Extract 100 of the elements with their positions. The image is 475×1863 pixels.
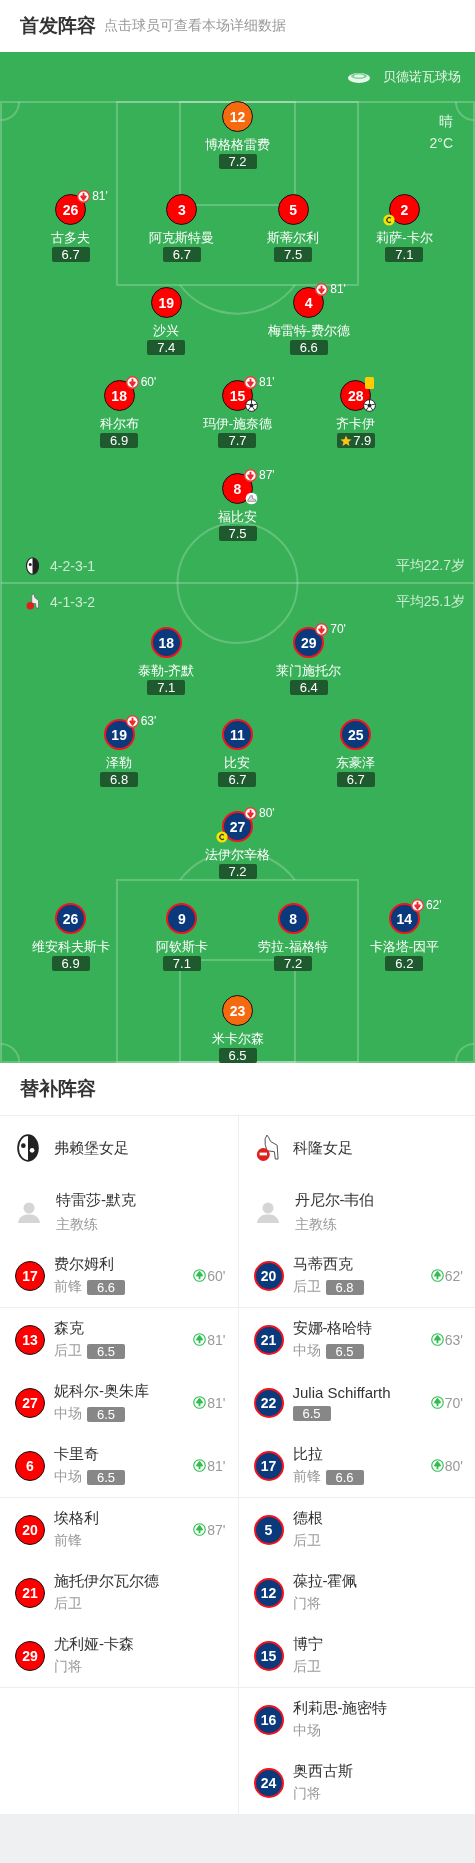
shirt-number[interactable]: 22 [253, 1387, 284, 1418]
shirt-number[interactable]: 12 [253, 1577, 284, 1608]
corner-arc [0, 1043, 20, 1063]
player-name[interactable]: 古多夫 [51, 229, 91, 247]
shirt-number[interactable]: 23 [222, 995, 253, 1026]
player-name[interactable]: 安娜-格哈特 [292, 1319, 431, 1338]
shirt-number[interactable]: 14 [388, 903, 420, 934]
shirt-number[interactable]: 18 [150, 627, 182, 658]
crest-icon [254, 1134, 279, 1162]
shirt-number[interactable]: 27 [15, 1387, 45, 1418]
player-name[interactable]: 莉萨-卡尔 [376, 229, 433, 247]
shirt-number[interactable]: 21 [253, 1324, 284, 1355]
player-name[interactable]: 福比安 [218, 508, 257, 526]
player-name[interactable]: 沙兴 [153, 322, 180, 340]
position-text: 门将 [54, 1658, 82, 1676]
player-name[interactable]: 梅雷特-费尔德 [267, 322, 350, 340]
shirt-number[interactable]: 29 [15, 1640, 45, 1671]
shirt-number[interactable]: 9 [166, 903, 198, 934]
player-name[interactable]: 玛伊-施奈德 [202, 415, 273, 433]
player-name[interactable]: 法伊尔辛格 [205, 846, 270, 864]
player-name[interactable]: 比拉 [292, 1445, 431, 1464]
player-name[interactable]: Julia Schiffarth [292, 1384, 431, 1401]
shirt-number[interactable]: 11 [222, 719, 253, 750]
substitution-minute: 81' [92, 189, 108, 203]
substitution-on-icon [430, 1333, 444, 1346]
shirt-number[interactable]: 5 [277, 194, 309, 225]
shirt-number[interactable]: 26 [55, 194, 87, 225]
shirt-number[interactable]: 8 [277, 903, 309, 934]
shirt-number[interactable]: 26 [55, 903, 87, 934]
shirt-number[interactable]: 16 [253, 1704, 284, 1735]
player-name[interactable]: 东豪泽 [336, 754, 376, 772]
shirt-number[interactable]: 20 [253, 1260, 284, 1291]
shirt-number[interactable]: 19 [103, 719, 135, 750]
shirt-number[interactable]: 29 [293, 627, 325, 658]
shirt-number[interactable]: 24 [253, 1767, 284, 1798]
player-name[interactable]: 比安 [224, 754, 251, 772]
player-name[interactable]: 卡里奇 [54, 1445, 194, 1464]
corner-arc [455, 1043, 475, 1063]
substitution-on-icon [430, 1396, 444, 1409]
player-name[interactable]: 米卡尔森 [211, 1030, 264, 1048]
player-name[interactable]: 齐卡伊 [336, 415, 376, 433]
player-name[interactable]: 奥西古斯 [292, 1762, 463, 1781]
shirt-number[interactable]: 12 [222, 101, 253, 132]
weather-text: 晴 [439, 112, 453, 131]
shirt-number[interactable]: 3 [166, 194, 198, 225]
player-name[interactable]: 利莉思-施密特 [292, 1699, 463, 1718]
player-name[interactable]: 葆拉-霍佩 [292, 1572, 463, 1591]
player-name[interactable]: 德根 [292, 1509, 463, 1528]
coach-name[interactable]: 丹尼尔-韦伯 [294, 1190, 375, 1210]
rating-badge: 7.9 [336, 433, 375, 448]
shirt-number[interactable]: 5 [253, 1514, 284, 1545]
team-name: 科隆女足 [292, 1138, 353, 1158]
shirt-number[interactable]: 4 [293, 287, 325, 318]
shirt-number[interactable]: 15 [253, 1640, 284, 1671]
player-name[interactable]: 阿克斯特曼 [149, 229, 215, 247]
rating-badge: 6.9 [51, 956, 90, 971]
corner-arc [455, 101, 475, 121]
player-name[interactable]: 埃格利 [54, 1509, 194, 1528]
player-name[interactable]: 马蒂西克 [292, 1255, 431, 1274]
coach-name[interactable]: 特雷莎-默克 [56, 1190, 136, 1210]
player-name[interactable]: 科尔布 [99, 415, 139, 433]
substitution-on-icon [193, 1523, 207, 1536]
rating-badge: 7.1 [162, 956, 201, 971]
shirt-number[interactable]: 17 [15, 1260, 45, 1291]
shirt-number[interactable]: 21 [15, 1577, 45, 1608]
player-name[interactable]: 博格格雷费 [205, 136, 270, 154]
substitution-minute: 81' [207, 1457, 226, 1474]
rating-badge: 6.8 [100, 772, 139, 787]
rating-badge: 7.5 [274, 247, 313, 262]
crest-icon [25, 593, 40, 611]
player-name[interactable]: 施托伊尔瓦尔德 [54, 1572, 226, 1591]
player-name[interactable]: 劳拉-福格特 [258, 938, 328, 956]
substitution-minute: 81' [259, 375, 275, 389]
player-name[interactable]: 维安科夫斯卡 [31, 938, 110, 956]
person-silhouette-icon [255, 1200, 280, 1224]
substitution-on-icon [193, 1459, 207, 1472]
shirt-number[interactable]: 6 [15, 1450, 45, 1481]
shirt-number[interactable]: 18 [103, 380, 135, 411]
rating-badge: 6.7 [218, 772, 257, 787]
player-name[interactable]: 阿钦斯卡 [155, 938, 208, 956]
player-name[interactable]: 费尔姆利 [54, 1255, 194, 1274]
player-name[interactable]: 莱门施托尔 [276, 662, 342, 680]
shirt-number[interactable]: 13 [15, 1324, 45, 1355]
shirt-number[interactable]: 2 [388, 194, 420, 225]
player-name[interactable]: 博宁 [292, 1635, 463, 1654]
shirt-number[interactable]: 17 [253, 1450, 284, 1481]
substitution-on-icon [430, 1459, 444, 1472]
player-name[interactable]: 卡洛塔-因平 [369, 938, 440, 956]
player-name[interactable]: 尤利娅-卡森 [54, 1635, 226, 1654]
shirt-number[interactable]: 25 [340, 719, 372, 750]
player-name[interactable]: 泽勒 [106, 754, 133, 772]
player-name[interactable]: 斯蒂尔利 [267, 229, 320, 247]
substitution-off-icon [244, 375, 257, 389]
rating-badge: 7.1 [385, 247, 424, 262]
player-name[interactable]: 妮科尔-奥朱库 [54, 1382, 194, 1401]
player-name[interactable]: 森克 [54, 1319, 194, 1338]
shirt-number[interactable]: 19 [150, 287, 182, 318]
player-name[interactable]: 泰勒-齐默 [138, 662, 195, 680]
shirt-number[interactable]: 20 [15, 1514, 45, 1545]
position-text: 后卫 [54, 1342, 82, 1360]
